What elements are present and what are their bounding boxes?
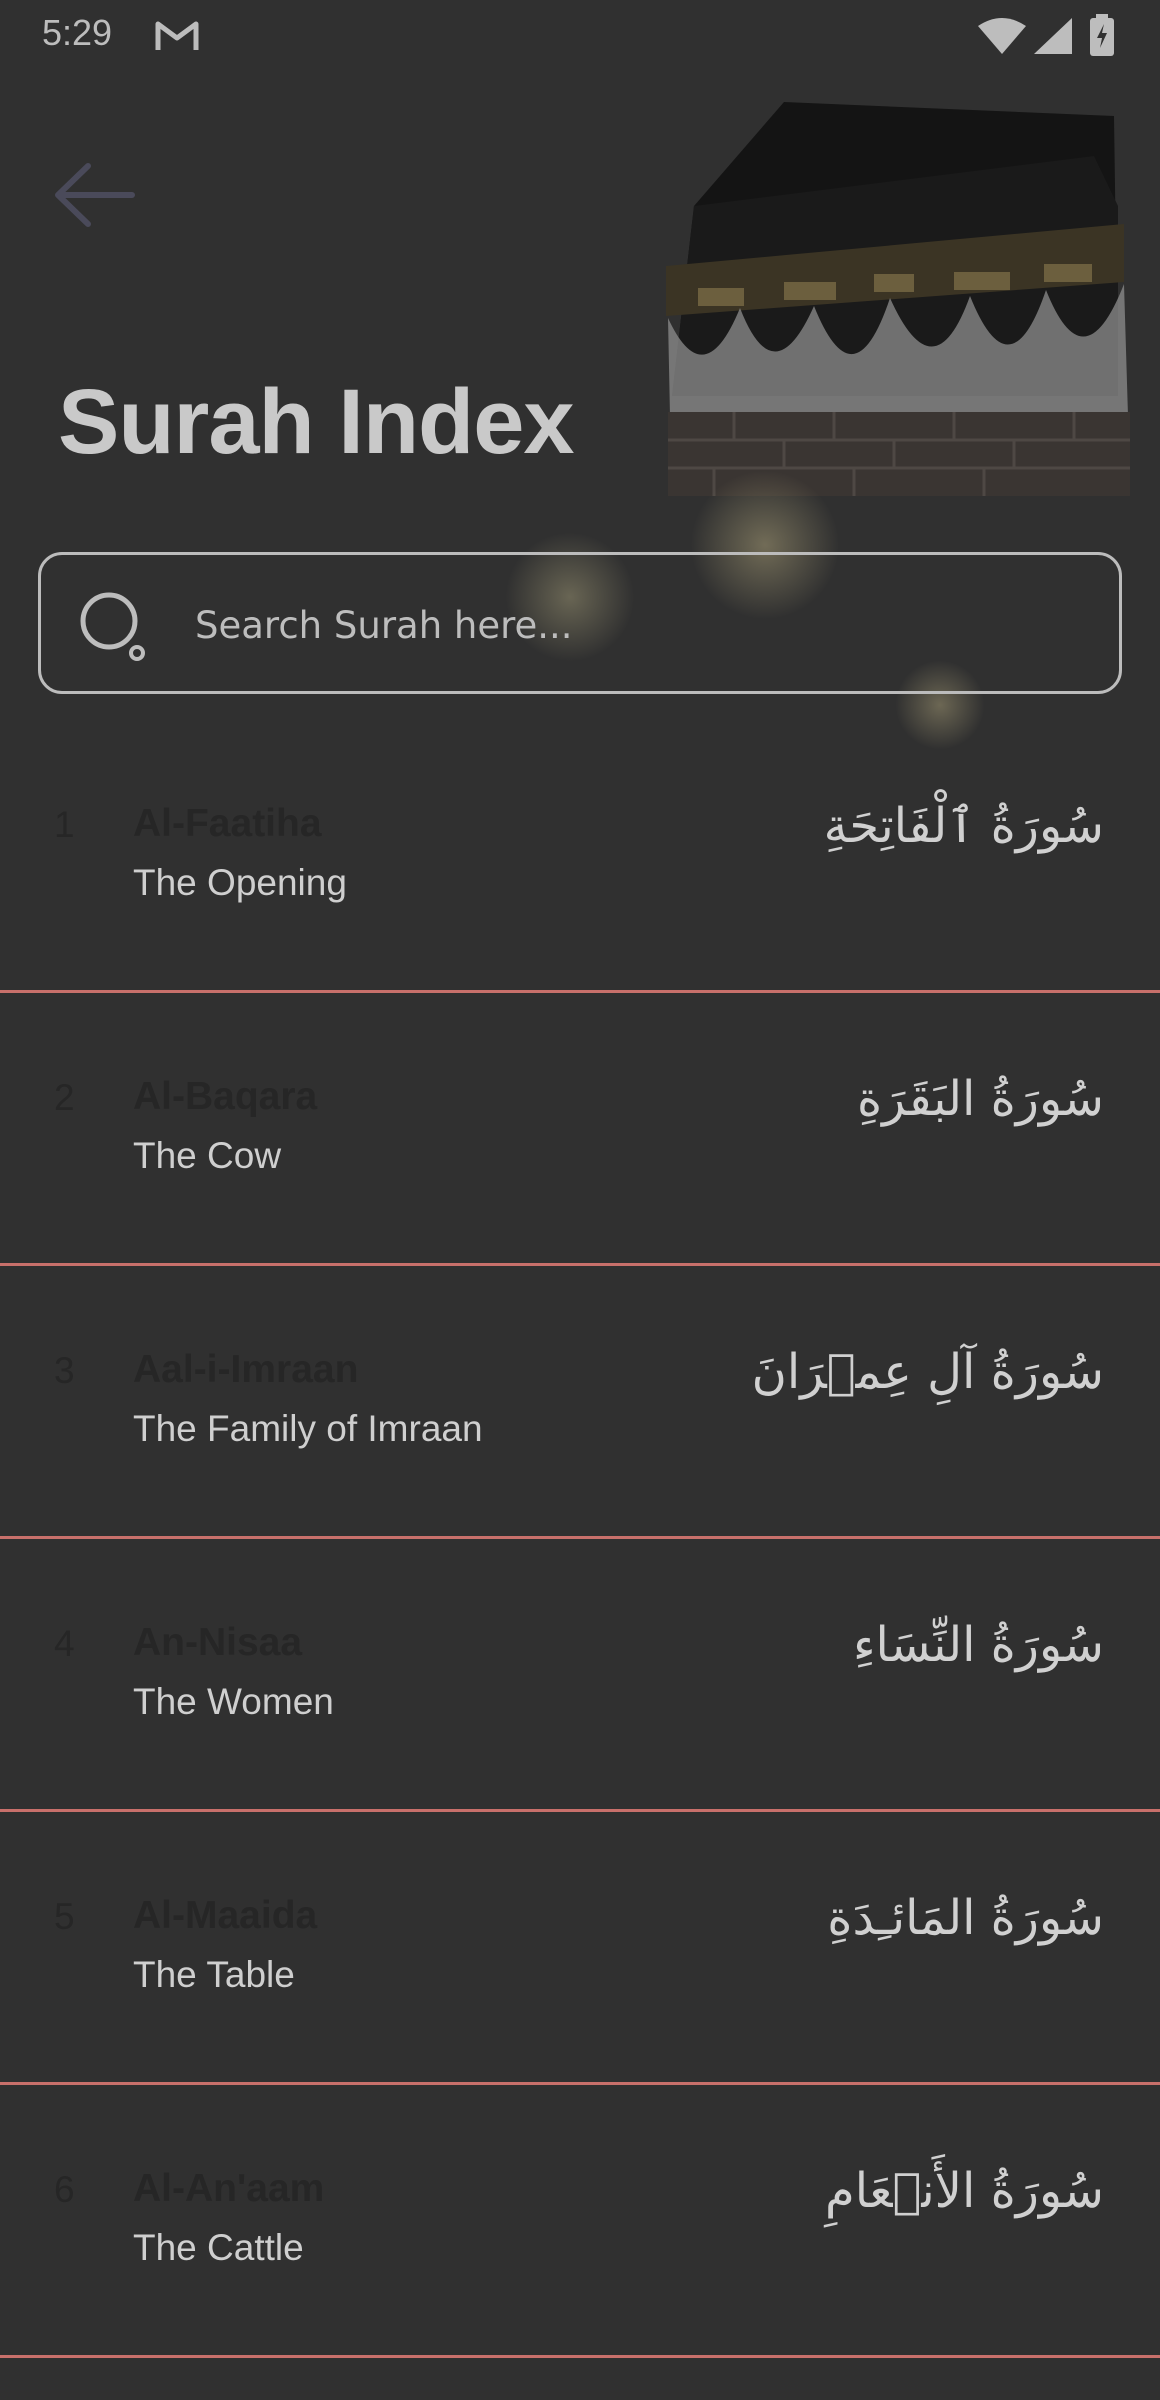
surah-arabic-name: سُورَةُ آلِ عِمۡرَانَ: [751, 1344, 1104, 1400]
back-button[interactable]: [52, 160, 136, 230]
status-bar: 5:29: [0, 0, 1160, 72]
surah-name: An-Nisaa: [133, 1621, 303, 1664]
signal-icon: [1034, 18, 1072, 54]
surah-number: 6: [54, 2169, 75, 2210]
list-item[interactable]: 1 Al-Faatiha The Opening سُورَةُ ٱلْفَات…: [0, 720, 1160, 993]
surah-number: 1: [54, 804, 75, 845]
surah-number: 4: [54, 1623, 75, 1664]
list-item[interactable]: 6 Al-An'aam The Cattle سُورَةُ الأَنۡعَا…: [0, 2085, 1160, 2358]
surah-arabic-name: سُورَةُ النِّسَاءِ: [852, 1617, 1104, 1673]
list-item[interactable]: 2 Al-Baqara The Cow سُورَةُ البَقَرَةِ: [0, 993, 1160, 1266]
page-title: Surah Index: [58, 371, 575, 473]
search-input[interactable]: [195, 585, 1075, 665]
list-item[interactable]: 3 Aal-i-Imraan The Family of Imraan سُور…: [0, 1266, 1160, 1539]
surah-name: Al-Maaida: [133, 1894, 318, 1937]
surah-arabic-name: سُورَةُ المَائـِدَةِ: [827, 1890, 1104, 1946]
surah-arabic-name: سُورَةُ ٱلْفَاتِحَةِ: [823, 798, 1104, 854]
surah-list: 1 Al-Faatiha The Opening سُورَةُ ٱلْفَات…: [0, 720, 1160, 2358]
search-box[interactable]: [38, 552, 1122, 694]
list-item[interactable]: 4 An-Nisaa The Women سُورَةُ النِّسَاءِ: [0, 1539, 1160, 1812]
surah-name: Al-Baqara: [133, 1075, 318, 1118]
surah-number: 3: [54, 1350, 75, 1391]
surah-translation: The Family of Imraan: [133, 1408, 483, 1449]
gmail-icon: [155, 21, 199, 50]
surah-translation: The Table: [133, 1954, 295, 1995]
arrow-left-icon: [55, 163, 135, 227]
surah-arabic-name: سُورَةُ البَقَرَةِ: [857, 1071, 1104, 1127]
surah-translation: The Women: [133, 1681, 334, 1722]
wifi-icon: [978, 18, 1026, 54]
surah-name: Al-An'aam: [133, 2167, 325, 2210]
search-icon: [80, 592, 145, 661]
battery-charging-icon: [1090, 14, 1114, 56]
kaaba-image: [666, 102, 1130, 496]
surah-name: Aal-i-Imraan: [133, 1348, 359, 1391]
surah-translation: The Cow: [133, 1135, 282, 1176]
surah-number: 5: [54, 1896, 75, 1937]
list-item[interactable]: 5 Al-Maaida The Table سُورَةُ المَائـِدَ…: [0, 1812, 1160, 2085]
surah-name: Al-Faatiha: [133, 802, 322, 845]
surah-arabic-name: سُورَةُ الأَنۡعَامِ: [825, 2163, 1104, 2219]
surah-translation: The Cattle: [133, 2227, 304, 2268]
surah-translation: The Opening: [133, 862, 347, 903]
status-time: 5:29: [42, 12, 113, 53]
surah-number: 2: [54, 1077, 75, 1118]
